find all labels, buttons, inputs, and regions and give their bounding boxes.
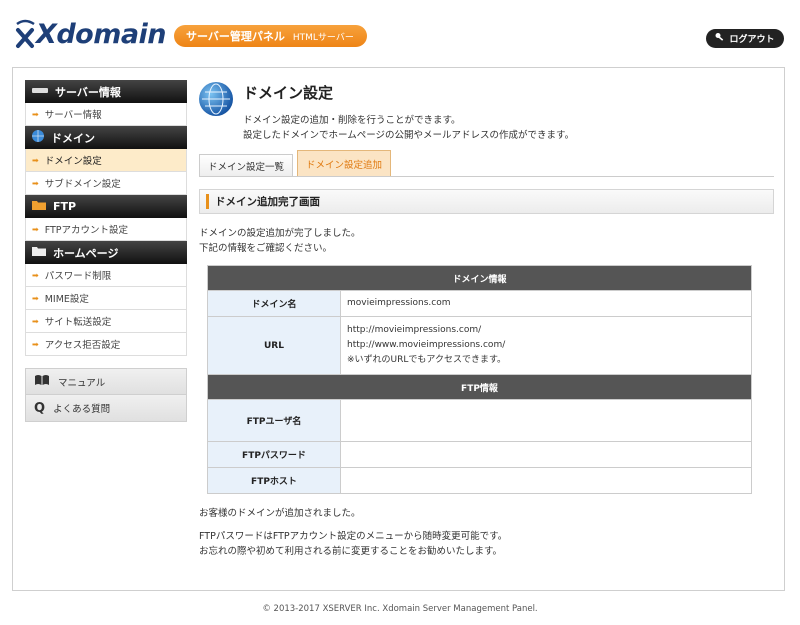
completion-note: ドメインの設定追加が完了しました。 下記の情報をご確認ください。 [199,226,774,256]
sidebar-section-homepage: ホームページ [25,241,187,264]
logout-label: ログアウト [729,35,775,45]
sidebar-section-title: ホームページ [53,246,119,260]
arrow-right-icon: ➡ [32,109,39,119]
domain-info-header: ドメイン情報 [207,265,752,291]
sidebar-section-ftp: FTP [25,195,187,218]
sidebar-section-server: サーバー情報 [25,80,187,103]
sidebar-item-password-restriction[interactable]: ➡ パスワード制限 [25,264,187,287]
globe-icon [31,129,45,146]
sidebar-item-label: サーバー情報 [44,110,102,121]
copyright: © 2013-2017 XSERVER Inc. Xdomain Server … [262,604,538,614]
description-line: 設定したドメインでホームページの公開やメールアドレスの作成ができます。 [243,130,575,141]
footer-line: お客様のドメインが追加されました。 [199,508,361,519]
tab-domain-list[interactable]: ドメイン設定一覧 [199,154,294,176]
panel-badge: サーバー管理パネル HTMLサーバー [174,25,367,47]
title-block: ドメイン設定 ドメイン設定の追加・削除を行うことができます。 設定したドメインで… [243,80,574,143]
arrow-right-icon: ➡ [32,339,39,349]
ftp-user-label: FTPユーザ名 [207,399,341,442]
url-line[interactable]: http://movieimpressions.com/ [347,323,751,338]
faq-label: よくある質問 [53,404,111,415]
header: Xdomain サーバー管理パネル HTMLサーバー ログアウト [0,0,800,60]
domain-name-label: ドメイン名 [207,290,341,317]
globe-icon [199,82,233,116]
sidebar-help-box: マニュアル Q よくある質問 [25,368,187,422]
faq-link[interactable]: Q よくある質問 [26,395,186,421]
ftp-host-value [340,467,752,494]
panel-sub-label: HTMLサーバー [292,32,354,43]
sidebar-item-domain-settings[interactable]: ➡ ドメイン設定 [25,149,187,172]
info-table: ドメイン情報 ドメイン名 movieimpressions.com URL ht… [207,265,752,494]
question-icon: Q [34,400,46,416]
table-row: FTPホスト [207,467,752,494]
domain-name-value: movieimpressions.com [340,290,752,317]
footer-line: お忘れの際や初めて利用される前に変更することをお勧めいたします。 [199,546,503,557]
footer-line: FTPパスワードはFTPアカウント設定のメニューから随時変更可能です。 [199,531,508,542]
book-icon [34,374,50,389]
url-value: http://movieimpressions.com/ http://www.… [340,316,752,375]
sidebar-item-mime-settings[interactable]: ➡ MIME設定 [25,287,187,310]
section-mark [206,194,209,209]
ftp-user-value [340,399,752,442]
xdomain-logo[interactable]: Xdomain [14,16,167,52]
url-note: ※いずれのURLでもアクセスできます。 [347,355,507,365]
arrow-right-icon: ➡ [32,224,39,234]
content-frame: サーバー情報 ➡ サーバー情報 ドメイン ➡ ドメイン設定 ➡ サブドメイン設定… [12,67,785,591]
main-content: ドメイン設定 ドメイン設定の追加・削除を行うことができます。 設定したドメインで… [199,80,774,559]
sidebar-item-label: ドメイン設定 [44,156,102,167]
sidebar-item-label: MIME設定 [44,294,89,305]
page-title: ドメイン設定 [243,84,334,102]
sidebar-item-access-deny[interactable]: ➡ アクセス拒否設定 [25,333,187,356]
page-description: ドメイン設定の追加・削除を行うことができます。 設定したドメインでホームページの… [243,113,574,143]
tab-domain-add[interactable]: ドメイン設定追加 [297,150,392,176]
sidebar-item-site-redirect[interactable]: ➡ サイト転送設定 [25,310,187,333]
sidebar-item-label: アクセス拒否設定 [44,340,121,351]
arrow-right-icon: ➡ [32,316,39,326]
sidebar-item-server-info[interactable]: ➡ サーバー情報 [25,103,187,126]
folder-icon [31,199,47,214]
sidebar-item-label: パスワード制限 [44,271,112,282]
sidebar-item-label: サイト転送設定 [44,317,112,328]
ftp-password-label: FTPパスワード [207,441,341,468]
table-row: FTPパスワード [207,441,752,468]
manual-label: マニュアル [58,377,106,389]
sidebar-item-ftp-account[interactable]: ➡ FTPアカウント設定 [25,218,187,241]
arrow-right-icon: ➡ [32,155,39,165]
manual-link[interactable]: マニュアル [26,369,186,395]
ftp-info-header: FTP情報 [207,374,752,400]
panel-label: サーバー管理パネル [186,30,285,43]
logout-button[interactable]: ログアウト [706,29,784,48]
description-line: ドメイン設定の追加・削除を行うことができます。 [243,115,461,126]
logo-swoosh-icon [14,16,36,52]
section-title: ドメイン追加完了画面 [215,196,320,208]
section-header: ドメイン追加完了画面 [199,189,774,214]
sidebar: サーバー情報 ➡ サーバー情報 ドメイン ➡ ドメイン設定 ➡ サブドメイン設定… [25,80,187,422]
table-row: FTPユーザ名 [207,399,752,442]
server-icon [31,85,49,98]
footer-note: お客様のドメインが追加されました。 FTPパスワードはFTPアカウント設定のメニ… [199,506,774,559]
key-icon [715,32,725,45]
table-row: ドメイン名 movieimpressions.com [207,290,752,317]
arrow-right-icon: ➡ [32,178,39,188]
tab-bar: ドメイン設定一覧 ドメイン設定追加 [199,150,774,177]
logo-text: Xdomain [36,18,167,50]
note-line: 下記の情報をご確認ください。 [199,243,333,254]
sidebar-item-label: FTPアカウント設定 [44,225,129,236]
ftp-host-label: FTPホスト [207,467,341,494]
sidebar-item-label: サブドメイン設定 [44,179,121,190]
arrow-right-icon: ➡ [32,293,39,303]
sidebar-section-title: サーバー情報 [55,85,121,99]
url-line[interactable]: http://www.movieimpressions.com/ [347,338,751,353]
title-row: ドメイン設定 ドメイン設定の追加・削除を行うことができます。 設定したドメインで… [199,80,774,143]
note-line: ドメインの設定追加が完了しました。 [199,228,361,239]
table-row: URL http://movieimpressions.com/ http://… [207,316,752,375]
sidebar-section-title: ドメイン [51,131,95,145]
url-label: URL [207,316,341,375]
ftp-password-value [340,441,752,468]
sidebar-section-domain: ドメイン [25,126,187,149]
sidebar-item-subdomain-settings[interactable]: ➡ サブドメイン設定 [25,172,187,195]
sidebar-section-title: FTP [53,200,77,213]
arrow-right-icon: ➡ [32,270,39,280]
folder-icon [31,245,47,260]
